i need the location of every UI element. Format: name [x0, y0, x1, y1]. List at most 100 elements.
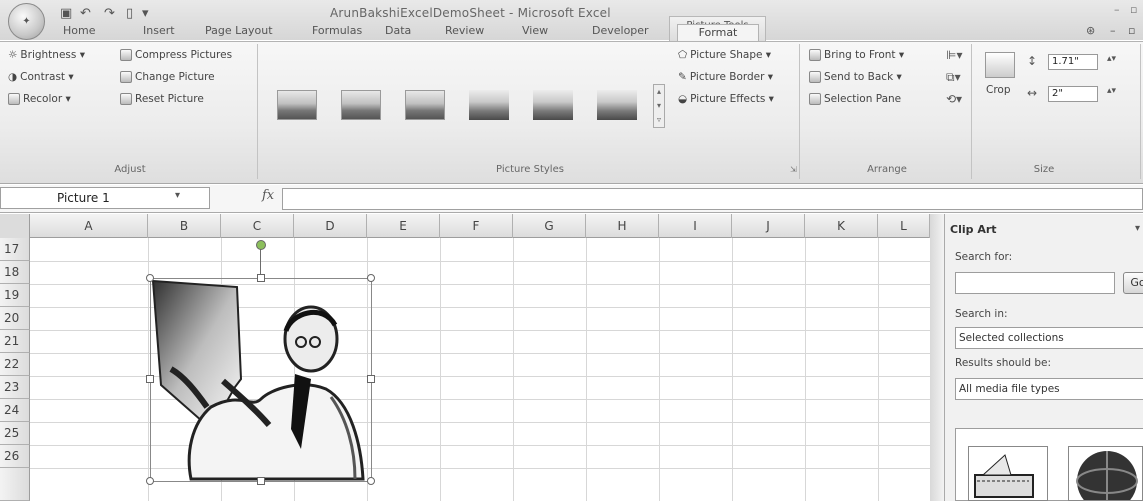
column-header-e[interactable]: E	[367, 214, 440, 238]
customize-qat-icon[interactable]: ▾	[142, 6, 149, 22]
height-spinner[interactable]: ▴▾	[1107, 54, 1116, 64]
clip-result-2[interactable]	[1068, 446, 1143, 501]
column-header-l[interactable]: L	[878, 214, 930, 238]
save-icon[interactable]: ▣	[60, 6, 72, 22]
column-header-h[interactable]: H	[586, 214, 659, 238]
row-header-17[interactable]: 17	[0, 238, 30, 261]
office-button[interactable]: ✦	[8, 3, 45, 40]
insert-function-icon[interactable]: fx	[262, 188, 274, 203]
tab-home[interactable]: Home	[63, 24, 95, 37]
excel-window: ✦ ▣ ↶ ↷ ▯ ▾ ArunBakshiExcelDemoSheet - M…	[0, 0, 1143, 501]
resize-handle-nw[interactable]	[146, 274, 154, 282]
column-header-a[interactable]: A	[30, 214, 148, 238]
search-for-input[interactable]	[955, 272, 1115, 294]
row-header-18[interactable]: 18	[0, 261, 30, 284]
row-header-20[interactable]: 20	[0, 307, 30, 330]
resize-handle-s[interactable]	[257, 477, 265, 485]
bus-icon	[974, 454, 1034, 498]
bring-to-front-button[interactable]: Bring to Front ▾	[809, 49, 904, 61]
undo-icon[interactable]: ↶	[80, 6, 91, 22]
rotate-icon[interactable]: ⟲▾	[946, 92, 962, 106]
tab-formulas[interactable]: Formulas	[312, 24, 362, 37]
go-button[interactable]: Go	[1123, 272, 1143, 294]
clip-result-1[interactable]	[968, 446, 1048, 501]
tab-view[interactable]: View	[522, 24, 548, 37]
row-header-24[interactable]: 24	[0, 399, 30, 422]
formula-input[interactable]	[282, 188, 1143, 210]
reset-picture-button[interactable]: Reset Picture	[120, 93, 204, 105]
picture-style-3[interactable]	[405, 90, 445, 120]
tab-data[interactable]: Data	[385, 24, 411, 37]
shape-width-icon: ↔	[1027, 86, 1038, 100]
redo-icon[interactable]: ↷	[104, 6, 115, 22]
selection-pane-icon	[809, 93, 821, 105]
width-input[interactable]: 2"	[1048, 86, 1098, 102]
gridline	[805, 238, 806, 501]
picture-style-6[interactable]	[597, 90, 637, 120]
brightness-button[interactable]: ☼ Brightness ▾	[8, 49, 85, 61]
vertical-scrollbar[interactable]	[930, 214, 945, 501]
tab-review[interactable]: Review	[445, 24, 484, 37]
help-icon[interactable]: ⊛	[1086, 24, 1095, 37]
crop-icon[interactable]	[985, 52, 1015, 78]
resize-handle-ne[interactable]	[367, 274, 375, 282]
row-header-21[interactable]: 21	[0, 330, 30, 353]
recolor-button[interactable]: Recolor ▾	[8, 93, 71, 105]
search-in-select[interactable]: Selected collections	[955, 327, 1143, 349]
picture-effects-button[interactable]: ◒ Picture Effects ▾	[678, 93, 774, 105]
picture-style-4[interactable]	[469, 90, 509, 120]
picture-styles-group-label: Picture Styles	[496, 164, 564, 175]
tab-developer[interactable]: Developer	[592, 24, 649, 37]
pane-options-icon[interactable]: ▾	[1135, 223, 1140, 234]
column-header-k[interactable]: K	[805, 214, 878, 238]
crop-button[interactable]: Crop	[986, 84, 1011, 96]
row-header-19[interactable]: 19	[0, 284, 30, 307]
compress-pictures-button[interactable]: Compress Pictures	[120, 49, 232, 61]
resize-handle-sw[interactable]	[146, 477, 154, 485]
tab-format[interactable]: Format	[677, 24, 759, 42]
tab-insert[interactable]: Insert	[143, 24, 175, 37]
minimize-icon[interactable]: –	[1114, 3, 1120, 16]
resize-handle-n[interactable]	[257, 274, 265, 282]
column-header-i[interactable]: I	[659, 214, 732, 238]
row-header-23[interactable]: 23	[0, 376, 30, 399]
column-header-g[interactable]: G	[513, 214, 586, 238]
row-header-22[interactable]: 22	[0, 353, 30, 376]
results-select[interactable]: All media file types	[955, 378, 1143, 400]
styles-gallery-scroll[interactable]: ▴ ▾ ▿	[653, 84, 665, 128]
restore-icon[interactable]: ▫	[1130, 3, 1137, 16]
row-header-26[interactable]: 26	[0, 445, 30, 468]
select-all-corner[interactable]	[0, 214, 30, 238]
column-header-f[interactable]: F	[440, 214, 513, 238]
column-header-d[interactable]: D	[294, 214, 367, 238]
picture-border-button[interactable]: ✎ Picture Border ▾	[678, 71, 773, 83]
align-icon[interactable]: ⊫▾	[946, 48, 962, 62]
dialog-launcher-icon[interactable]: ⇲	[790, 165, 797, 174]
name-box-dropdown-icon[interactable]: ▾	[175, 190, 180, 201]
ribbon-minimize-icon[interactable]: –	[1110, 24, 1116, 37]
tab-page-layout[interactable]: Page Layout	[205, 24, 273, 37]
selected-picture[interactable]	[150, 278, 372, 482]
change-picture-button[interactable]: Change Picture	[120, 71, 215, 83]
row-header-27[interactable]	[0, 468, 30, 501]
new-document-icon[interactable]: ▯	[126, 6, 133, 22]
height-input[interactable]: 1.71"	[1048, 54, 1098, 70]
column-header-b[interactable]: B	[148, 214, 221, 238]
resize-handle-e[interactable]	[367, 375, 375, 383]
ribbon-restore-icon[interactable]: ▫	[1128, 24, 1135, 37]
picture-style-5[interactable]	[533, 90, 573, 120]
picture-style-1[interactable]	[277, 90, 317, 120]
resize-handle-se[interactable]	[367, 477, 375, 485]
width-spinner[interactable]: ▴▾	[1107, 86, 1116, 96]
contrast-button[interactable]: ◑ Contrast ▾	[8, 71, 74, 83]
selection-pane-button[interactable]: Selection Pane	[809, 93, 901, 105]
picture-shape-button[interactable]: ⬠ Picture Shape ▾	[678, 49, 771, 61]
column-header-j[interactable]: J	[732, 214, 805, 238]
column-header-c[interactable]: C	[221, 214, 294, 238]
row-header-25[interactable]: 25	[0, 422, 30, 445]
resize-handle-w[interactable]	[146, 375, 154, 383]
rotate-handle[interactable]	[256, 240, 266, 250]
group-icon[interactable]: ⧉▾	[946, 70, 961, 85]
picture-style-2[interactable]	[341, 90, 381, 120]
send-to-back-button[interactable]: Send to Back ▾	[809, 71, 902, 83]
